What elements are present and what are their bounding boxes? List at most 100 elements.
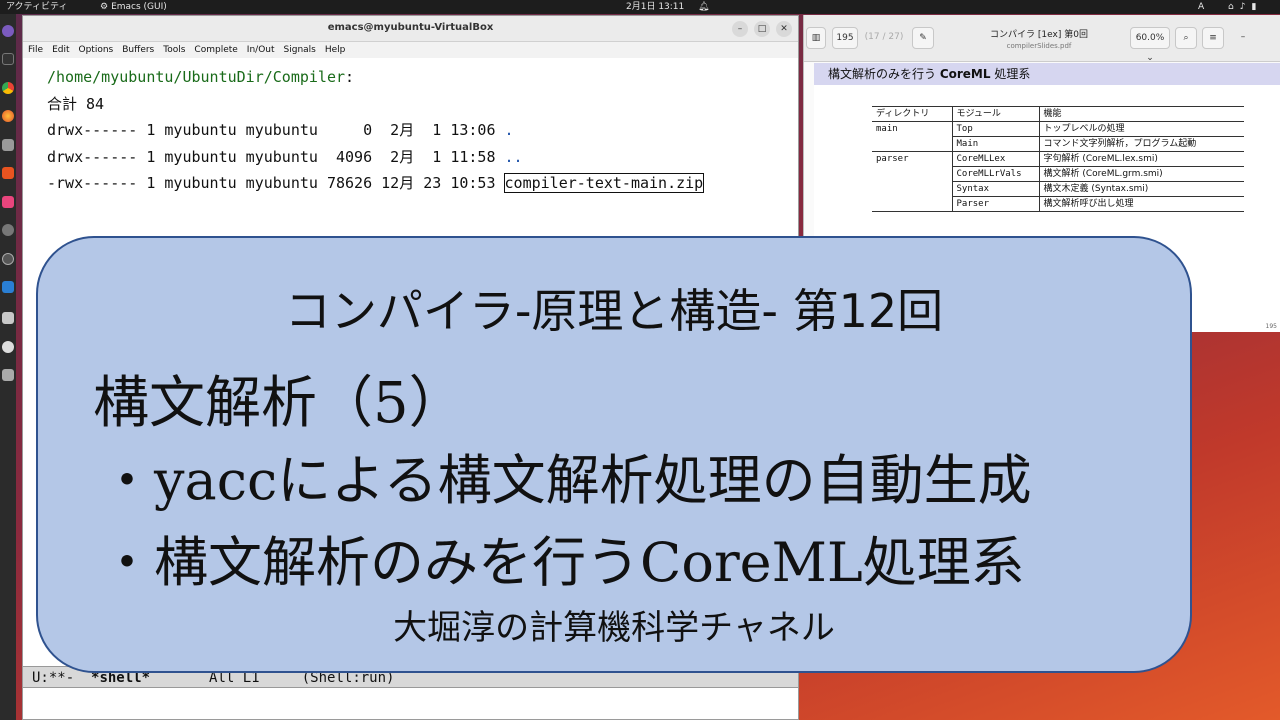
topic-bullet-2: ・構文解析のみを行うCoreML処理系 <box>100 531 1025 594</box>
menu-help[interactable]: Help <box>325 42 346 58</box>
series-title: コンパイラ-原理と構造- 第12回 <box>284 284 944 338</box>
input-method-indicator[interactable]: A <box>1198 0 1204 14</box>
table-cell: Top <box>951 121 1039 137</box>
table-cell: 構文木定義 (Syntax.smi) <box>1038 181 1244 197</box>
pdf-filename: compilerSlides.pdf <box>1006 42 1072 50</box>
entry-meta: -rwx------ 1 myubuntu myubuntu 78626 12月… <box>47 174 505 192</box>
menu-file[interactable]: File <box>28 42 43 58</box>
annotate-icon[interactable]: ✎ <box>912 27 934 49</box>
pdf-title: コンパイラ [1ex] 第0回 <box>990 30 1088 40</box>
entry-meta: drwx------ 1 myubuntu myubuntu 4096 2月 1… <box>47 147 505 166</box>
zoom-select[interactable]: 60.0% ⌄ <box>1130 27 1170 63</box>
terminal-icon[interactable] <box>2 53 14 65</box>
window-title: emacs@myubuntu-VirtualBox <box>327 22 494 33</box>
list-item: drwx------ 1 myubuntu myubuntu 0 2月 1 13… <box>47 117 787 144</box>
page-count: (17 / 27) <box>864 32 904 42</box>
chrome-icon[interactable] <box>2 82 14 94</box>
list-item: drwx------ 1 myubuntu myubuntu 4096 2月 1… <box>47 144 787 171</box>
search-icon[interactable]: ⌕ <box>1175 27 1197 49</box>
document-icon[interactable] <box>2 312 14 324</box>
software-icon[interactable] <box>2 167 14 179</box>
settings-icon[interactable] <box>2 224 14 236</box>
page-number: 195 <box>1265 323 1277 330</box>
pdf-header-bar[interactable]: ▥ 195 (17 / 27) ✎ コンパイラ [1ex] 第0回 compil… <box>804 15 1280 63</box>
slide-heading-bold: CoreML <box>939 67 991 81</box>
app-icon[interactable] <box>2 196 14 208</box>
disc-icon[interactable] <box>2 341 14 353</box>
menu-icon[interactable]: ≡ <box>1202 27 1224 49</box>
app-menu-label: Emacs (GUI) <box>111 2 167 12</box>
emacs-icon[interactable] <box>2 25 14 37</box>
chapter-title: 構文解析（5） <box>93 371 465 436</box>
entry-meta: drwx------ 1 myubuntu myubuntu 0 2月 1 13… <box>47 121 505 139</box>
volume-icon: ♪ <box>1239 2 1246 12</box>
modeline-status: U:**- <box>32 670 92 686</box>
table-row: Main コマンド文字列解析，プログラム起動 <box>872 136 1244 152</box>
entry-name[interactable]: compiler-text-main.zip <box>503 173 705 193</box>
minimize-icon[interactable]: – <box>1236 27 1250 49</box>
list-item: -rwx------ 1 myubuntu myubuntu 78626 12月… <box>47 170 787 197</box>
page-number-input[interactable]: 195 <box>832 27 858 49</box>
drive-icon[interactable] <box>2 369 14 381</box>
total-line: 合計 84 <box>47 94 105 113</box>
table-cell: CoreMLLrVals <box>951 166 1039 182</box>
emacs-app-icon: ⚙ <box>100 2 109 12</box>
table-row: main Top トップレベルの処理 <box>872 121 1244 137</box>
table-cell: main <box>876 124 898 135</box>
table-cell <box>872 137 952 152</box>
firefox-icon[interactable] <box>2 110 14 122</box>
slide-heading: 構文解析のみを行う CoreML 処理系 <box>814 63 1280 85</box>
vscode-icon[interactable] <box>2 281 14 293</box>
menu-buffers[interactable]: Buffers <box>122 42 154 58</box>
slide-heading-post: 処理系 <box>990 67 1031 81</box>
table-cell: CoreMLLex <box>951 151 1039 167</box>
table-cell: parser <box>876 154 909 165</box>
ubuntu-icon[interactable] <box>2 253 14 265</box>
top-bar: アクティビティ ⚙ Emacs (GUI) 2月1日 13:11 🔔︎ A ⌂ … <box>0 0 1280 14</box>
shell-buffer[interactable]: /home/myubuntu/UbuntuDir/Compiler: 合計 84… <box>47 64 787 197</box>
menu-edit[interactable]: Edit <box>52 42 69 58</box>
close-icon[interactable]: ✕ <box>776 21 792 37</box>
entry-name[interactable]: .. <box>505 148 523 166</box>
table-cell <box>872 182 952 197</box>
column-header: ディレクトリ <box>876 109 930 119</box>
table-cell <box>872 167 952 182</box>
chevron-down-icon: ⌄ <box>1146 53 1154 63</box>
directory-colon: : <box>345 68 355 86</box>
entry-name[interactable]: . <box>505 121 514 139</box>
sidebar-toggle-icon[interactable]: ▥ <box>806 27 826 49</box>
menu-options[interactable]: Options <box>79 42 114 58</box>
table-cell <box>872 197 952 212</box>
menu-tools[interactable]: Tools <box>163 42 185 58</box>
maximize-icon[interactable]: □ <box>754 21 770 37</box>
table-row: parser CoreMLLex 字句解析 (CoreML.lex.smi) <box>872 151 1244 167</box>
title-card: コンパイラ-原理と構造- 第12回 構文解析（5） ・yaccによる構文解析処理… <box>36 236 1192 673</box>
pdf-title-block: コンパイラ [1ex] 第0回 compilerSlides.pdf <box>969 30 1109 52</box>
table-row: CoreMLLrVals 構文解析 (CoreML.grm.smi) <box>872 166 1244 182</box>
table-cell: 字句解析 (CoreML.lex.smi) <box>1038 151 1244 167</box>
channel-name: 大堀淳の計算機科学チャネル <box>393 608 835 648</box>
dock <box>0 14 16 720</box>
app-menu[interactable]: ⚙ Emacs (GUI) <box>100 0 167 14</box>
slide-heading-pre: 構文解析のみを行う <box>828 67 940 81</box>
clock[interactable]: 2月1日 13:11 <box>626 0 684 14</box>
zoom-level: 60.0% <box>1135 33 1165 43</box>
system-tray[interactable]: ⌂ ♪ ▮ <box>1228 0 1256 14</box>
activities-button[interactable]: アクティビティ <box>6 0 67 14</box>
table-cell: 構文解析呼び出し処理 <box>1038 196 1244 212</box>
minimize-icon[interactable]: – <box>732 21 748 37</box>
files-icon[interactable] <box>2 139 14 151</box>
table-cell: Parser <box>951 196 1039 212</box>
topic-bullet-1: ・yaccによる構文解析処理の自動生成 <box>100 449 1032 512</box>
emacs-titlebar[interactable]: emacs@myubuntu-VirtualBox – □ ✕ <box>23 16 798 42</box>
bell-icon: 🔔︎ <box>698 2 710 12</box>
table-row: Syntax 構文木定義 (Syntax.smi) <box>872 181 1244 197</box>
menu-signals[interactable]: Signals <box>284 42 316 58</box>
menu-bar: File Edit Options Buffers Tools Complete… <box>23 42 798 58</box>
table-cell: 構文解析 (CoreML.grm.smi) <box>1038 166 1244 182</box>
menu-inout[interactable]: In/Out <box>247 42 275 58</box>
module-table: ディレクトリ モジュール 機能 main Top トップレベルの処理 Main … <box>872 106 1244 212</box>
column-header: 機能 <box>1038 106 1244 122</box>
table-cell: コマンド文字列解析，プログラム起動 <box>1038 136 1244 152</box>
menu-complete[interactable]: Complete <box>194 42 237 58</box>
